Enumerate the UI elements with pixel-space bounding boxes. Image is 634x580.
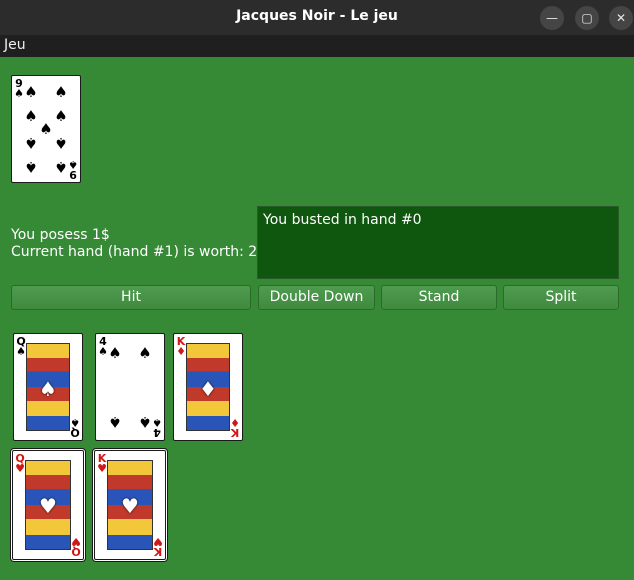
pip-icon: ♠ [54, 82, 68, 101]
card-corner-bottom: 9 ♠ [68, 158, 78, 181]
card-suit-icon: ♦ [176, 345, 186, 358]
pip-icon: ♠ [138, 344, 152, 363]
court-card-face: ♥ [107, 460, 153, 550]
dealer-card: 9 ♠ 9 ♠ ♠ ♠ ♠ ♠ ♠ ♠ ♠ ♠ ♠ [11, 75, 81, 183]
money-label: You posess 1$ [11, 227, 110, 243]
card-suit-icon: ♥ [71, 535, 81, 548]
hit-button[interactable]: Hit [11, 285, 251, 310]
window-title: Jacques Noir - Le jeu [236, 8, 398, 24]
hand2-card-2[interactable]: K ♥ K ♥ ♥ [94, 450, 166, 560]
card-suit-icon: ♥ [153, 535, 163, 548]
card-suit-icon: ♠ [98, 345, 108, 358]
pip-icon: ♠ [54, 107, 68, 126]
stand-button[interactable]: Stand [381, 285, 497, 310]
minimize-button[interactable]: — [540, 6, 564, 30]
pip-icon: ♠ [54, 133, 68, 152]
split-button[interactable]: Split [503, 285, 619, 310]
pip-icon: ♠ [39, 120, 53, 138]
pip-icon: ♠ [108, 344, 122, 363]
hand1-card-2[interactable]: 4 ♠ 4 ♠ ♠ ♠ ♠ ♠ [95, 333, 165, 441]
message-box: You busted in hand #0 [257, 206, 619, 279]
card-suit-icon: ♠ [152, 416, 162, 429]
pip-icon: ♠ [24, 82, 38, 101]
title-bar: Jacques Noir - Le jeu — ▢ ✕ [0, 0, 634, 35]
court-card-suit-icon: ♠ [39, 376, 57, 401]
maximize-button[interactable]: ▢ [575, 6, 599, 30]
card-suit-icon: ♦ [230, 416, 240, 429]
card-suit-icon: ♥ [15, 462, 25, 475]
hand1-card-1[interactable]: Q ♠ Q ♠ ♠ [13, 333, 83, 441]
close-button[interactable]: ✕ [609, 6, 633, 30]
pip-icon: ♠ [54, 158, 68, 177]
pip-icon: ♠ [24, 133, 38, 152]
card-corner-top: 9 ♠ [14, 78, 24, 100]
card-corner-bottom: K ♥ [153, 535, 163, 558]
court-card-face: ♠ [26, 343, 70, 431]
court-card-suit-icon: ♥ [39, 494, 57, 519]
hand2-card-1[interactable]: Q ♥ Q ♥ ♥ [12, 450, 84, 560]
pip-icon: ♠ [108, 412, 122, 431]
card-corner-bottom: Q ♠ [70, 416, 80, 439]
hand-worth-label: Current hand (hand #1) is worth: 20 [11, 244, 267, 260]
card-suit-icon: ♠ [16, 345, 26, 358]
card-corner-bottom: K ♦ [230, 416, 240, 439]
card-suit-icon: ♠ [14, 87, 24, 100]
menu-bar: Jeu [0, 35, 634, 57]
hand1-card-3[interactable]: K ♦ K ♦ ♦ [173, 333, 243, 441]
pip-icon: ♠ [138, 412, 152, 431]
card-corner-top: K ♥ [97, 453, 107, 475]
court-card-suit-icon: ♥ [121, 494, 139, 519]
card-corner-top: K ♦ [176, 336, 186, 358]
double-down-button[interactable]: Double Down [258, 285, 375, 310]
court-card-face: ♦ [186, 343, 230, 431]
card-corner-top: Q ♥ [15, 453, 25, 475]
card-corner-top: 4 ♠ [98, 336, 108, 358]
card-suit-icon: ♠ [70, 416, 80, 429]
card-corner-bottom: Q ♥ [71, 535, 81, 558]
court-card-face: ♥ [25, 460, 71, 550]
card-corner-bottom: 4 ♠ [152, 416, 162, 439]
court-card-suit-icon: ♦ [199, 376, 217, 401]
pip-icon: ♠ [24, 107, 38, 126]
pip-icon: ♠ [24, 158, 38, 177]
card-suit-icon: ♠ [68, 158, 78, 171]
menu-jeu[interactable]: Jeu [4, 37, 26, 53]
card-suit-icon: ♥ [97, 462, 107, 475]
card-corner-top: Q ♠ [16, 336, 26, 358]
